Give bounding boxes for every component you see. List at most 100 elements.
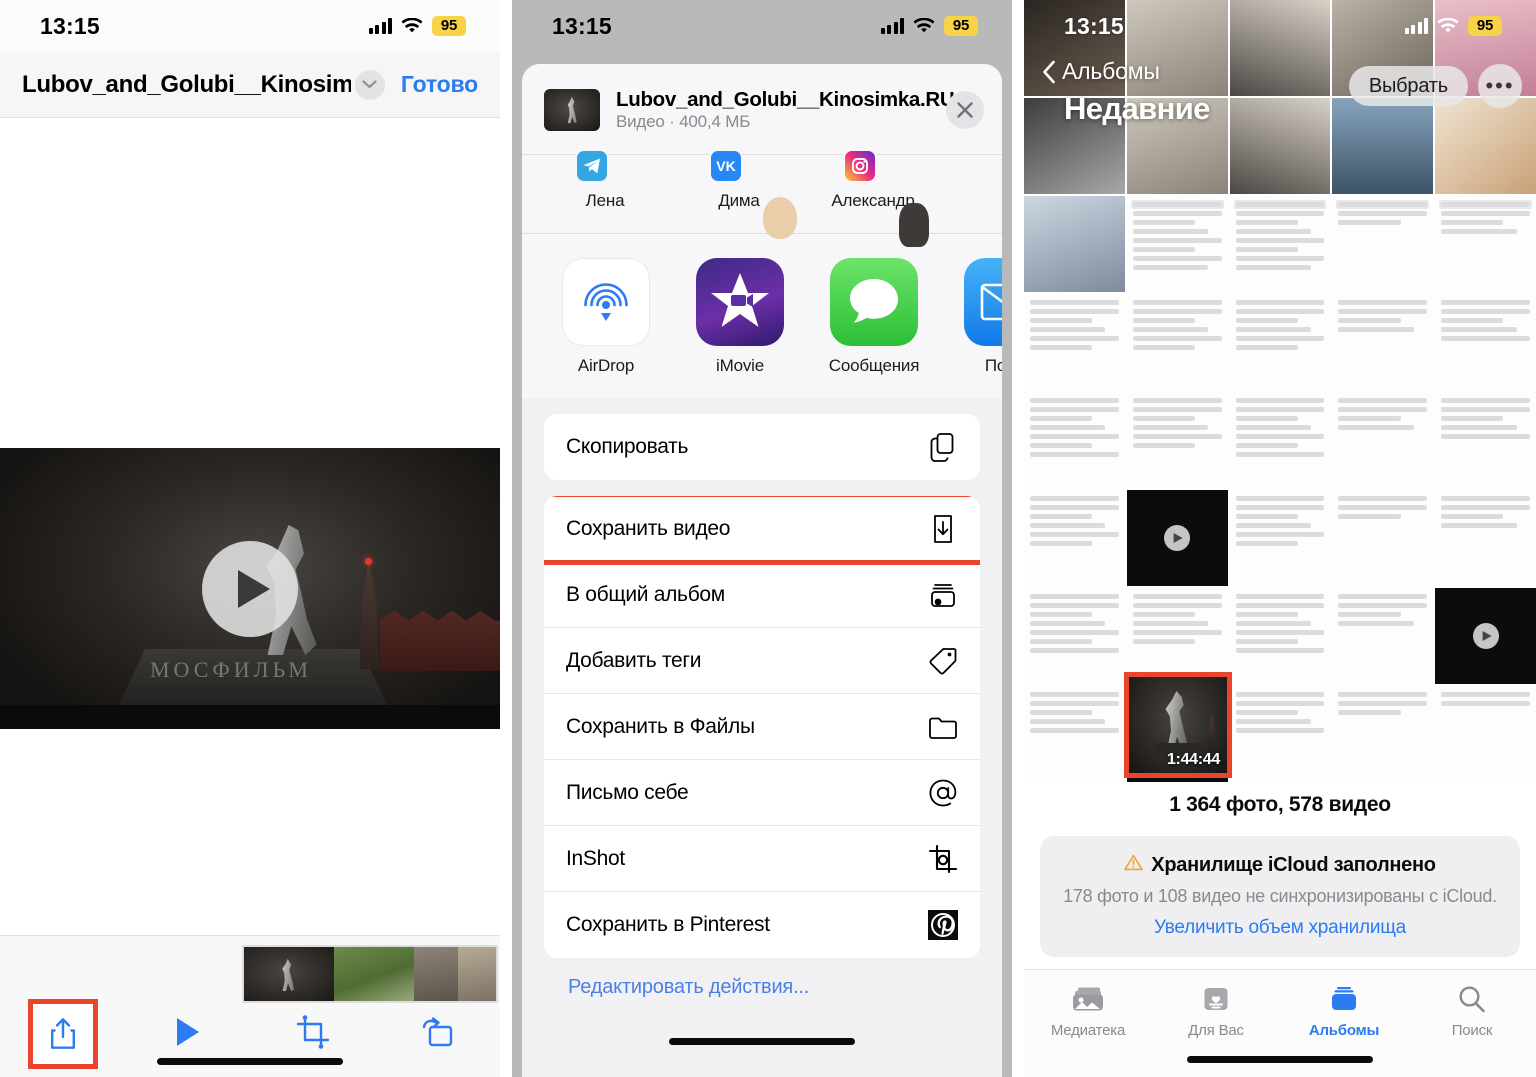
grid-item[interactable] <box>1229 588 1331 684</box>
status-bar-panel1: 13:15 95 <box>0 0 500 52</box>
play-circle-icon[interactable] <box>202 540 298 637</box>
actions-wrapper: Скопировать Сохранить видео В общий альб… <box>522 398 1002 999</box>
share-sheet: Lubov_and_Golubi__Kinosimka.RU Видео · 4… <box>522 64 1002 1077</box>
grid-item[interactable] <box>1332 392 1434 488</box>
grid-item[interactable] <box>1332 686 1434 782</box>
battery-percent: 95 <box>1468 16 1502 36</box>
grid-item[interactable] <box>1024 196 1125 292</box>
grid-item[interactable] <box>1024 392 1125 488</box>
video-preview[interactable]: МОСФИЛЬМ <box>0 448 500 729</box>
tag-icon <box>926 644 960 678</box>
grid-item[interactable] <box>1024 294 1125 390</box>
grid-item[interactable] <box>1126 588 1228 684</box>
three-panel-screenshot-board: 13:15 95 Lubov_and_Golubi__Kinosimk... Г… <box>0 0 1536 1077</box>
grid-item[interactable] <box>1229 490 1331 586</box>
app-item-messages[interactable]: Сообщения <box>824 258 924 376</box>
film-strip-thumbnails[interactable] <box>242 945 498 1003</box>
action-row-save-pinterest[interactable]: Сохранить в Pinterest <box>544 892 980 958</box>
panel-divider <box>500 0 512 1077</box>
action-row-inshot[interactable]: InShot <box>544 826 980 892</box>
icloud-upgrade-link[interactable]: Увеличить объем хранилища <box>1054 917 1506 939</box>
app-item-imovie[interactable]: iMovie <box>690 258 790 376</box>
grid-item[interactable] <box>1024 686 1125 782</box>
edit-actions-link[interactable]: Редактировать действия... <box>544 958 980 999</box>
grid-item[interactable] <box>1435 294 1536 390</box>
app-item-mail[interactable]: Почта <box>958 258 1002 376</box>
ellipsis-icon[interactable]: ••• <box>1478 64 1522 108</box>
close-icon[interactable] <box>946 91 984 129</box>
action-label: Сохранить в Pinterest <box>566 913 770 936</box>
tab-library[interactable]: Медиатека <box>1024 970 1152 1077</box>
grid-item-video[interactable] <box>1126 490 1228 586</box>
chevron-down-icon[interactable] <box>354 69 385 100</box>
airdrop-icon <box>562 258 650 346</box>
action-label: В общий альбом <box>566 582 725 606</box>
chevron-left-icon[interactable] <box>1042 60 1056 84</box>
rotate-button[interactable] <box>375 1004 500 1064</box>
albums-icon <box>1329 984 1359 1014</box>
done-button[interactable]: Готово <box>401 71 478 98</box>
contact-item[interactable]: VK Дима <box>690 149 788 211</box>
grid-item[interactable] <box>1435 392 1536 488</box>
tab-search[interactable]: Поиск <box>1408 970 1536 1077</box>
play-triangle-icon[interactable] <box>174 1016 202 1053</box>
save-download-icon <box>926 512 960 546</box>
status-bar-panel3: 13:15 95 <box>1024 0 1536 52</box>
share-upload-icon[interactable] <box>27 999 98 1069</box>
action-row-save-to-files[interactable]: Сохранить в Файлы <box>544 694 980 760</box>
share-button[interactable] <box>0 999 125 1069</box>
warning-triangle-icon <box>1124 854 1144 877</box>
grid-item[interactable] <box>1229 294 1331 390</box>
contact-item[interactable]: Александр <box>824 149 922 211</box>
grid-item[interactable] <box>1332 196 1434 292</box>
pinterest-icon <box>926 908 960 942</box>
grid-item[interactable] <box>1229 392 1331 488</box>
share-file-name: Lubov_and_Golubi__Kinosimka.RU <box>616 88 955 111</box>
grid-item[interactable] <box>1332 490 1434 586</box>
viewer-body: МОСФИЛЬМ <box>0 118 500 1077</box>
imovie-icon <box>696 258 784 346</box>
battery-percent: 95 <box>944 16 978 36</box>
actions-group-copy: Скопировать <box>544 414 980 480</box>
status-time: 13:15 <box>40 12 100 39</box>
icloud-storage-card: Хранилище iCloud заполнено 178 фото и 10… <box>1040 836 1520 957</box>
wifi-icon <box>913 18 935 34</box>
action-row-add-tags[interactable]: Добавить теги <box>544 628 980 694</box>
home-indicator <box>669 1038 855 1045</box>
page-title: Lubov_and_Golubi__Kinosimk... <box>22 70 351 98</box>
grid-item[interactable] <box>1126 392 1228 488</box>
action-row-email-self[interactable]: Письмо себе <box>544 760 980 826</box>
action-label: Скопировать <box>566 435 689 458</box>
grid-item[interactable] <box>1229 686 1331 782</box>
play-button[interactable] <box>125 1004 250 1064</box>
contact-item[interactable]: Лена <box>556 149 654 211</box>
crop-button[interactable] <box>250 1004 375 1064</box>
action-row-shared-album[interactable]: В общий альбом <box>544 562 980 628</box>
tab-label: Для Вас <box>1188 1022 1244 1039</box>
grid-item[interactable] <box>1024 588 1125 684</box>
select-button[interactable]: Выбрать <box>1348 66 1468 106</box>
grid-item[interactable] <box>1435 196 1536 292</box>
status-indicators: 95 <box>368 16 466 36</box>
app-item-airdrop[interactable]: AirDrop <box>556 258 656 376</box>
grid-item-video[interactable] <box>1435 588 1536 684</box>
grid-item[interactable] <box>1126 294 1228 390</box>
action-label: InShot <box>566 846 625 870</box>
grid-item[interactable] <box>1332 294 1434 390</box>
video-duration: 1:44:44 <box>1166 751 1220 768</box>
rotate-icon[interactable] <box>421 1015 455 1054</box>
action-row-save-video[interactable]: Сохранить видео <box>544 496 980 565</box>
action-row-copy[interactable]: Скопировать <box>544 414 980 480</box>
crop-icon[interactable] <box>296 1014 330 1054</box>
status-indicators: 95 <box>1404 16 1502 36</box>
grid-item[interactable] <box>1126 196 1228 292</box>
selected-video-thumbnail[interactable]: 1:44:44 <box>1124 672 1232 778</box>
app-label: Почта <box>984 356 1002 375</box>
grid-item[interactable] <box>1229 196 1331 292</box>
grid-item[interactable] <box>1435 490 1536 586</box>
action-label: Письмо себе <box>566 780 689 804</box>
grid-item[interactable] <box>1332 588 1434 684</box>
grid-item[interactable] <box>1435 686 1536 782</box>
grid-item[interactable] <box>1024 490 1125 586</box>
messages-icon <box>830 258 918 346</box>
